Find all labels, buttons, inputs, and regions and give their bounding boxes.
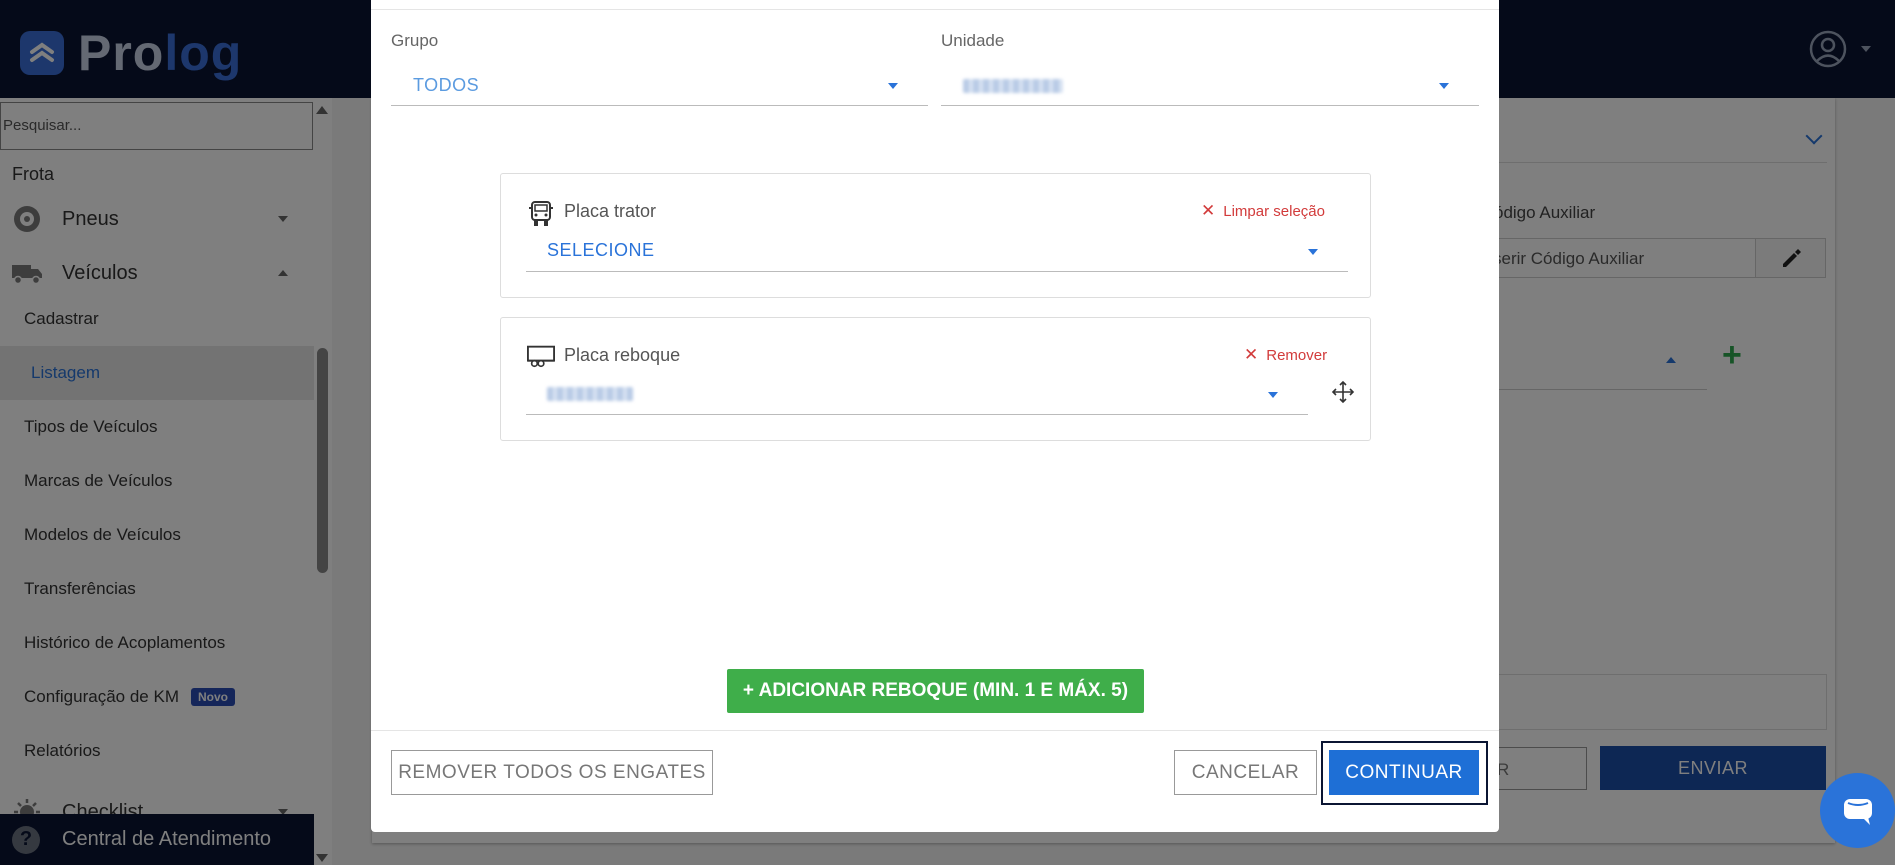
- close-icon: ✕: [1244, 345, 1259, 364]
- chat-button[interactable]: [1820, 773, 1895, 848]
- grupo-value: TODOS: [413, 75, 480, 95]
- trailer-icon: [527, 342, 555, 370]
- dropdown-arrow-icon: [888, 83, 898, 89]
- chat-icon: [1843, 798, 1872, 825]
- drag-move-icon[interactable]: [1331, 380, 1355, 404]
- remover-label: Remover: [1266, 346, 1328, 364]
- placa-reboque-value-blurred: [547, 387, 633, 401]
- placa-trator-select[interactable]: SELECIONE: [526, 230, 1348, 272]
- engate-modal: Grupo TODOS Unidade Placa trator ✕ Limpa…: [371, 0, 1499, 832]
- placa-reboque-card: Placa reboque ✕ Remover: [500, 317, 1371, 441]
- placa-trator-card: Placa trator ✕ Limpar seleção SELECIONE: [500, 173, 1371, 298]
- close-icon: ✕: [1201, 201, 1216, 220]
- remover-reboque-button[interactable]: ✕ Remover: [1244, 345, 1327, 365]
- dropdown-arrow-icon: [1439, 83, 1449, 89]
- grupo-select[interactable]: TODOS: [391, 66, 928, 106]
- unidade-label: Unidade: [941, 31, 1005, 50]
- limpar-selecao-button[interactable]: ✕ Limpar seleção: [1201, 201, 1325, 221]
- tractor-truck-icon: [527, 200, 555, 228]
- dropdown-arrow-icon: [1268, 392, 1278, 398]
- unidade-value-blurred: [963, 78, 1063, 93]
- continue-button[interactable]: CONTINUAR: [1329, 750, 1479, 795]
- placa-trator-label: Placa trator: [564, 201, 657, 221]
- grupo-label: Grupo: [391, 31, 439, 50]
- remover-todos-engates-button[interactable]: REMOVER TODOS OS ENGATES: [391, 750, 713, 795]
- adicionar-reboque-button[interactable]: + ADICIONAR REBOQUE (MIN. 1 E MÁX. 5): [727, 669, 1144, 713]
- limpar-selecao-label: Limpar seleção: [1223, 202, 1325, 220]
- placa-reboque-label: Placa reboque: [564, 345, 681, 365]
- cancel-button[interactable]: CANCELAR: [1174, 750, 1317, 795]
- placa-trator-value: SELECIONE: [547, 240, 655, 260]
- unidade-select[interactable]: [941, 66, 1479, 106]
- divider: [371, 730, 1499, 731]
- divider: [371, 9, 1499, 10]
- placa-reboque-select[interactable]: [526, 373, 1308, 415]
- dropdown-arrow-icon: [1308, 249, 1318, 255]
